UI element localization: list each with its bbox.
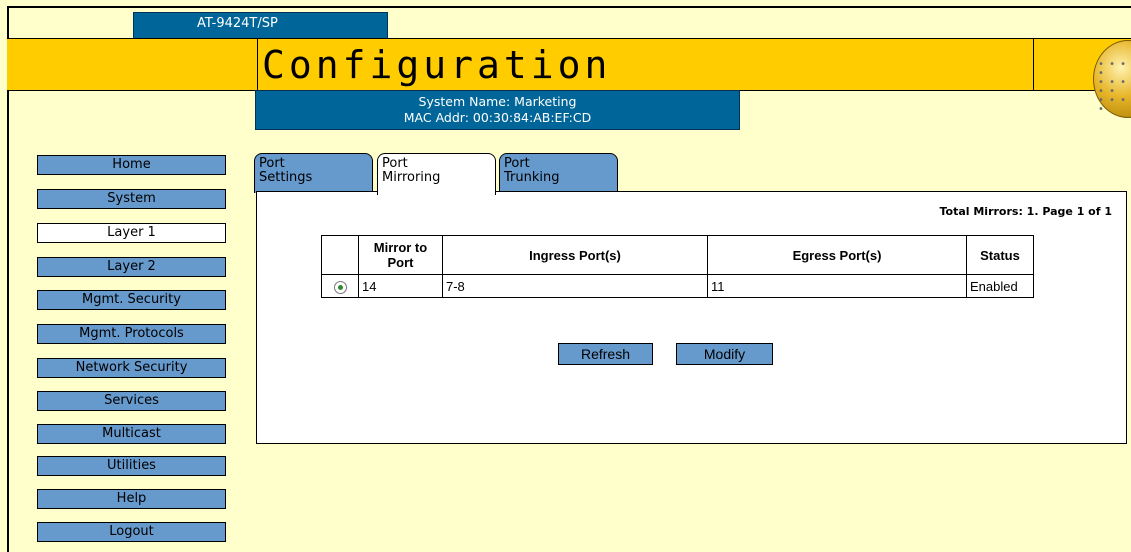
sidebar-item-services[interactable]: Services [37,391,226,411]
sidebar-item-help[interactable]: Help [37,489,226,509]
sidebar-item-logout[interactable]: Logout [37,522,226,542]
model-label: AT-9424T/SP [133,12,388,39]
ingress-cell: 7-8 [442,274,708,298]
port-mirroring-panel: Total Mirrors: 1. Page 1 of 1 Mirror to … [256,191,1127,444]
tab-label-line1: Port [259,156,285,171]
system-info-box: System Name: Marketing MAC Addr: 00:30:8… [255,90,740,130]
table-row: 14 7-8 11 Enabled [321,274,1034,298]
tab-label-line2: Trunking [504,170,560,185]
table-header-row: Mirror to Port Ingress Port(s) Egress Po… [321,235,1034,275]
sidebar-item-mgmt-protocols[interactable]: Mgmt. Protocols [37,324,226,344]
sidebar-item-layer-1[interactable]: Layer 1 [37,223,226,243]
mirror-to-port-header-line1: Mirror to [373,240,428,255]
tab-port-settings[interactable]: Port Settings [254,153,373,193]
page-title: Configuration [262,43,612,87]
modify-button[interactable]: Modify [676,343,773,365]
egress-cell: 11 [707,274,967,298]
mirror-to-port-header: Mirror to Port [358,235,443,275]
mirrors-table: Mirror to Port Ingress Port(s) Egress Po… [321,235,1034,298]
globe-pattern: • • • • • • • • • • • • • [1098,59,1128,115]
tab-label-line1: Port [382,156,408,171]
status-header: Status [966,235,1034,275]
sidebar-item-layer-2[interactable]: Layer 2 [37,257,226,277]
tab-port-mirroring[interactable]: Port Mirroring [377,153,496,195]
refresh-button[interactable]: Refresh [558,343,653,365]
egress-header: Egress Port(s) [707,235,967,275]
mac-address: MAC Addr: 00:30:84:AB:EF:CD [403,110,592,125]
select-column-header [321,235,359,275]
total-mirrors-text: Total Mirrors: 1. Page 1 of 1 [939,205,1112,218]
tab-label-line2: Settings [259,170,313,185]
sidebar-item-utilities[interactable]: Utilities [37,456,226,476]
sidebar-item-multicast[interactable]: Multicast [37,424,226,444]
sidebar-item-home[interactable]: Home [37,155,226,175]
header-divider-left [257,38,258,91]
tab-label-line1: Port [504,156,530,171]
header-divider-right [1033,38,1034,91]
sidebar-item-mgmt-security[interactable]: Mgmt. Security [37,290,226,310]
sidebar-item-network-security[interactable]: Network Security [37,358,226,378]
tab-label-line2: Mirroring [382,170,441,185]
status-cell: Enabled [966,274,1034,298]
system-name: System Name: Marketing [418,94,577,109]
radio-selected-icon[interactable] [333,280,347,294]
mirror-to-port-cell: 14 [358,274,443,298]
sidebar-item-system[interactable]: System [37,189,226,209]
tab-port-trunking[interactable]: Port Trunking [499,153,618,193]
ingress-header: Ingress Port(s) [442,235,708,275]
mirror-to-port-header-line2: Port [387,255,414,270]
select-cell [321,274,359,298]
